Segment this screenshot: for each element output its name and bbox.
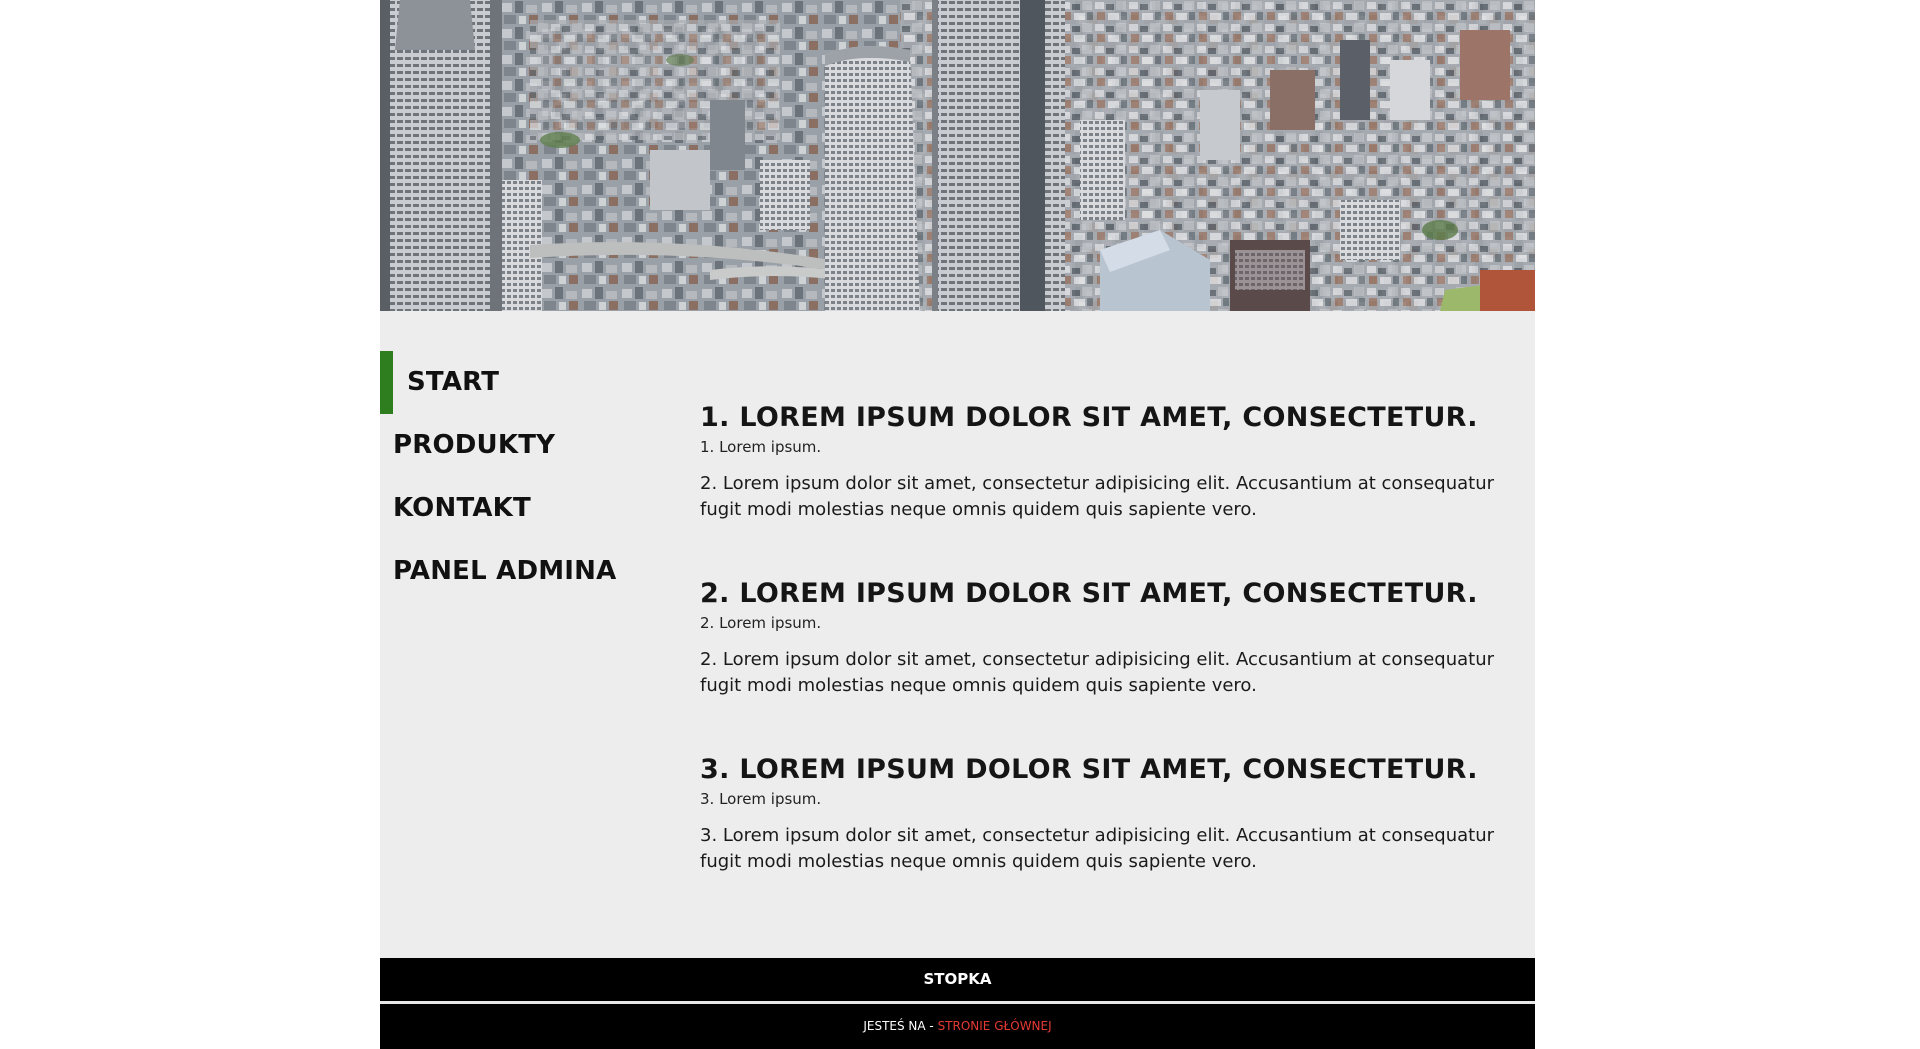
article-title: 2. LOREM IPSUM DOLOR SIT AMET, CONSECTET… <box>700 578 1478 609</box>
footer-location-bar: JESTEŚ NA - STRONIE GŁÓWNEJ <box>380 1004 1535 1049</box>
article-body: 3. Lorem ipsum dolor sit amet, consectet… <box>700 825 1495 872</box>
nav-item-label: START <box>407 367 500 397</box>
article-body: 2. Lorem ipsum dolor sit amet, consectet… <box>700 649 1495 696</box>
article: 3. LOREM IPSUM DOLOR SIT AMET, CONSECTET… <box>700 753 1520 875</box>
nav-item-panel-admina[interactable]: PANEL ADMINA <box>380 540 660 603</box>
footer-title-bar: STOPKA <box>380 958 1535 1001</box>
article-subtitle: 1. Lorem ipsum. <box>700 438 822 456</box>
nav-item-kontakt[interactable]: KONTAKT <box>380 477 660 540</box>
nav-item-produkty[interactable]: PRODUKTY <box>380 414 660 477</box>
active-nav-indicator <box>380 351 393 414</box>
nav-item-label: PRODUKTY <box>393 430 556 460</box>
footer-title: STOPKA <box>923 970 992 988</box>
home-page-link[interactable]: STRONIE GŁÓWNEJ <box>938 1019 1052 1033</box>
main-content: 1. LOREM IPSUM DOLOR SIT AMET, CONSECTET… <box>700 401 1520 929</box>
content-area: START PRODUKTY KONTAKT PANEL ADMINA 1. L… <box>380 311 1535 958</box>
nav-item-label: PANEL ADMINA <box>393 556 617 586</box>
article-title: 1. LOREM IPSUM DOLOR SIT AMET, CONSECTET… <box>700 402 1478 433</box>
article-title: 3. LOREM IPSUM DOLOR SIT AMET, CONSECTET… <box>700 754 1478 785</box>
main-navigation: START PRODUKTY KONTAKT PANEL ADMINA <box>380 351 660 603</box>
article: 2. LOREM IPSUM DOLOR SIT AMET, CONSECTET… <box>700 577 1520 699</box>
article-subtitle: 3. Lorem ipsum. <box>700 790 822 808</box>
city-skyline-illustration <box>380 0 1535 311</box>
footer-location-prefix: JESTEŚ NA - <box>863 1019 938 1033</box>
hero-banner-image <box>380 0 1535 311</box>
page-container: START PRODUKTY KONTAKT PANEL ADMINA 1. L… <box>380 0 1535 1049</box>
article-body: 2. Lorem ipsum dolor sit amet, consectet… <box>700 473 1495 520</box>
nav-item-label: KONTAKT <box>393 493 531 523</box>
nav-item-start[interactable]: START <box>380 351 660 414</box>
article-subtitle: 2. Lorem ipsum. <box>700 614 822 632</box>
article: 1. LOREM IPSUM DOLOR SIT AMET, CONSECTET… <box>700 401 1520 523</box>
